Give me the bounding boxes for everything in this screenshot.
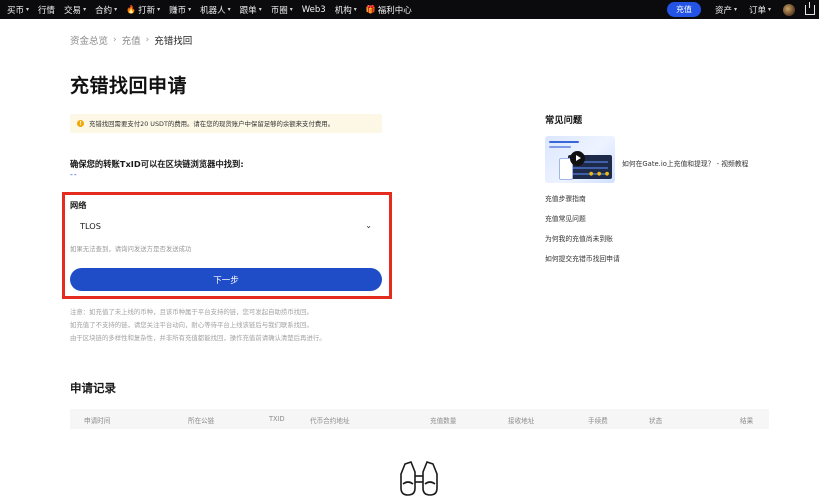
recovery-note: 注意：如充值了未上线的币种，且该币种属于平台支持的链，您可发起自助捞币找回。 如… (70, 306, 326, 345)
chevron-down-icon: ▾ (188, 6, 192, 13)
chevron-down-icon: ▾ (289, 6, 293, 13)
video-thumbnail: ● ● ● (545, 136, 615, 183)
nav-item-2[interactable]: 交易 ▾ (64, 0, 86, 19)
nav-item-5[interactable]: 赚币 ▾ (169, 0, 191, 19)
breadcrumb-item-funds-overview[interactable]: 资金总览 (70, 33, 108, 47)
nav-item-10[interactable]: 机构 ▾ (335, 0, 357, 19)
breadcrumb-current: 充错找回 (154, 36, 193, 47)
network-select-value: TLOS (80, 220, 101, 231)
orders-menu-label: 订单 (748, 5, 766, 16)
assets-menu[interactable]: 资产 ▾ (715, 0, 737, 19)
network-label: 网络 (70, 200, 87, 210)
nav-item-1[interactable]: 行情 (38, 0, 55, 19)
nav-item-label: 福利中心 (377, 5, 412, 16)
nav-item-label: 赚币 (169, 5, 187, 16)
download-icon[interactable] (805, 1, 815, 15)
play-icon (570, 151, 585, 166)
faq-video-link[interactable]: ● ● ● 如何在Gate.io上充值和提现？ - 视频教程 (545, 136, 748, 183)
column-header: 手续费 (588, 417, 608, 425)
chevron-down-icon: ▾ (767, 6, 771, 13)
column-header: 接收地址 (508, 417, 535, 425)
assets-menu-label: 资产 (714, 5, 732, 16)
nav-item-label: 行情 (38, 5, 56, 16)
chevron-down-icon: ▾ (83, 6, 87, 13)
next-step-button[interactable]: 下一步 (70, 268, 382, 291)
chevron-down-icon: ▾ (258, 6, 262, 13)
txid-value: -- (70, 170, 78, 179)
note-line: 如充值了不支持的链，请您关注平台动向，耐心等待平台上线该链后与我们联系找回。 (70, 321, 313, 329)
column-header: 结果 (740, 417, 754, 425)
nav-item-11[interactable]: 🎁 福利中心 (366, 0, 412, 19)
fire-icon: 🔥 (126, 5, 137, 14)
fee-notice-text: 充错找回需要支付20 USDT的费用。请在您的现货账户中保留足够的余额来支付费用… (89, 120, 335, 128)
nav-item-7[interactable]: 跟单 ▾ (240, 0, 262, 19)
breadcrumb-item-deposit[interactable]: 充值 (122, 33, 141, 47)
nav-item-label: 打新 (138, 5, 156, 16)
network-hint: 如果无法查到，请询问发送方是否发送成功 (70, 245, 192, 253)
nav-item-label: 买币 (7, 5, 25, 16)
nav-menu: 买币 ▾ 行情 交易 ▾ 合约 ▾ 🔥 打新 ▾ 赚币 ▾ 机器人 ▾ 跟单 ▾ 币圈 ▾ Web3 机构 ▾ 🎁 福利中心 (0, 0, 421, 19)
column-header: 状态 (649, 417, 663, 425)
column-header: TXID (269, 415, 285, 423)
coin-dots-icon: ● ● ● (589, 171, 611, 177)
chevron-down-icon: ▾ (353, 6, 357, 13)
faq-link-deposit-faq[interactable]: 充值常见问题 (545, 213, 586, 223)
chevron-down-icon: ▾ (26, 6, 30, 13)
deposit-button[interactable]: 充值 (666, 2, 701, 17)
nav-item-label: 机构 (334, 5, 352, 16)
chevron-down-icon: ▾ (114, 6, 118, 13)
nav-item-6[interactable]: 机器人 ▾ (200, 0, 231, 19)
nav-item-3[interactable]: 合约 ▾ (95, 0, 117, 19)
nav-item-0[interactable]: 买币 ▾ (7, 0, 29, 19)
faq-title: 常见问题 (545, 115, 583, 126)
top-navigation-bar: 买币 ▾ 行情 交易 ▾ 合约 ▾ 🔥 打新 ▾ 赚币 ▾ 机器人 ▾ 跟单 ▾ 币圈 ▾ Web3 机构 ▾ 🎁 福利中心… (0, 0, 819, 19)
thumbnail-line (549, 141, 579, 143)
note-line: 由于区块链的多样性和复杂性，并非所有充值都能找回，操作充值前请确认清楚后再进行。 (70, 334, 326, 342)
nav-right-section: 充值 资产 ▾ 订单 ▾ (666, 0, 819, 19)
chevron-down-icon: ▾ (227, 6, 231, 13)
nav-item-label: Web3 (301, 4, 326, 15)
binoculars-icon (400, 461, 438, 496)
nav-item-label: 机器人 (200, 5, 226, 16)
column-header: 申请时间 (84, 417, 111, 425)
column-header: 代币合约地址 (310, 417, 350, 425)
faq-link-submit-recovery[interactable]: 如何提交充错币找回申请 (545, 253, 620, 263)
faq-link-deposit-guide[interactable]: 充值步骤指南 (545, 193, 586, 203)
chevron-down-icon: ▾ (733, 6, 737, 13)
column-header: 所在公链 (188, 417, 215, 425)
gift-icon: 🎁 (365, 5, 376, 14)
fee-notice: ! 充错找回需要支付20 USDT的费用。请在您的现货账户中保留足够的余额来支付… (70, 114, 382, 133)
nav-item-label: 合约 (95, 5, 113, 16)
breadcrumb: 资金总览 › 充值 › 充错找回 (70, 33, 192, 47)
chevron-down-icon: ⌄ (365, 221, 372, 230)
note-line: 注意：如充值了未上线的币种，且该币种属于平台支持的链，您可发起自助捞币找回。 (70, 308, 313, 316)
breadcrumb-separator-icon: › (113, 35, 117, 45)
nav-item-8[interactable]: 币圈 ▾ (271, 0, 293, 19)
nav-item-label: 跟单 (239, 5, 257, 16)
page-title: 充错找回申请 (70, 75, 188, 97)
nav-item-9[interactable]: Web3 (302, 0, 326, 19)
nav-item-4[interactable]: 🔥 打新 ▾ (126, 0, 160, 19)
txid-title: 确保您的转账TxID可以在区块链浏览器中找到: (70, 159, 244, 169)
chevron-down-icon: ▾ (157, 6, 161, 13)
orders-menu[interactable]: 订单 ▾ (749, 0, 771, 19)
records-title: 申请记录 (70, 381, 116, 395)
faq-link-deposit-not-credited[interactable]: 为何我的充值尚未到账 (545, 233, 613, 243)
avatar[interactable] (783, 3, 795, 16)
nav-item-label: 币圈 (270, 5, 288, 16)
thumbnail-bar (572, 167, 608, 169)
nav-item-label: 交易 (64, 5, 82, 16)
warning-icon: ! (77, 120, 84, 127)
network-select[interactable]: TLOS ⌄ (70, 213, 382, 238)
column-header: 充值数量 (430, 417, 457, 425)
thumbnail-line (549, 146, 571, 148)
breadcrumb-separator-icon: › (145, 35, 150, 45)
records-table-header: 申请时间 所在公链 TXID 代币合约地址 充值数量 接收地址 手续费 状态 结… (70, 409, 769, 429)
faq-video-title: 如何在Gate.io上充值和提现？ - 视频教程 (622, 160, 749, 168)
